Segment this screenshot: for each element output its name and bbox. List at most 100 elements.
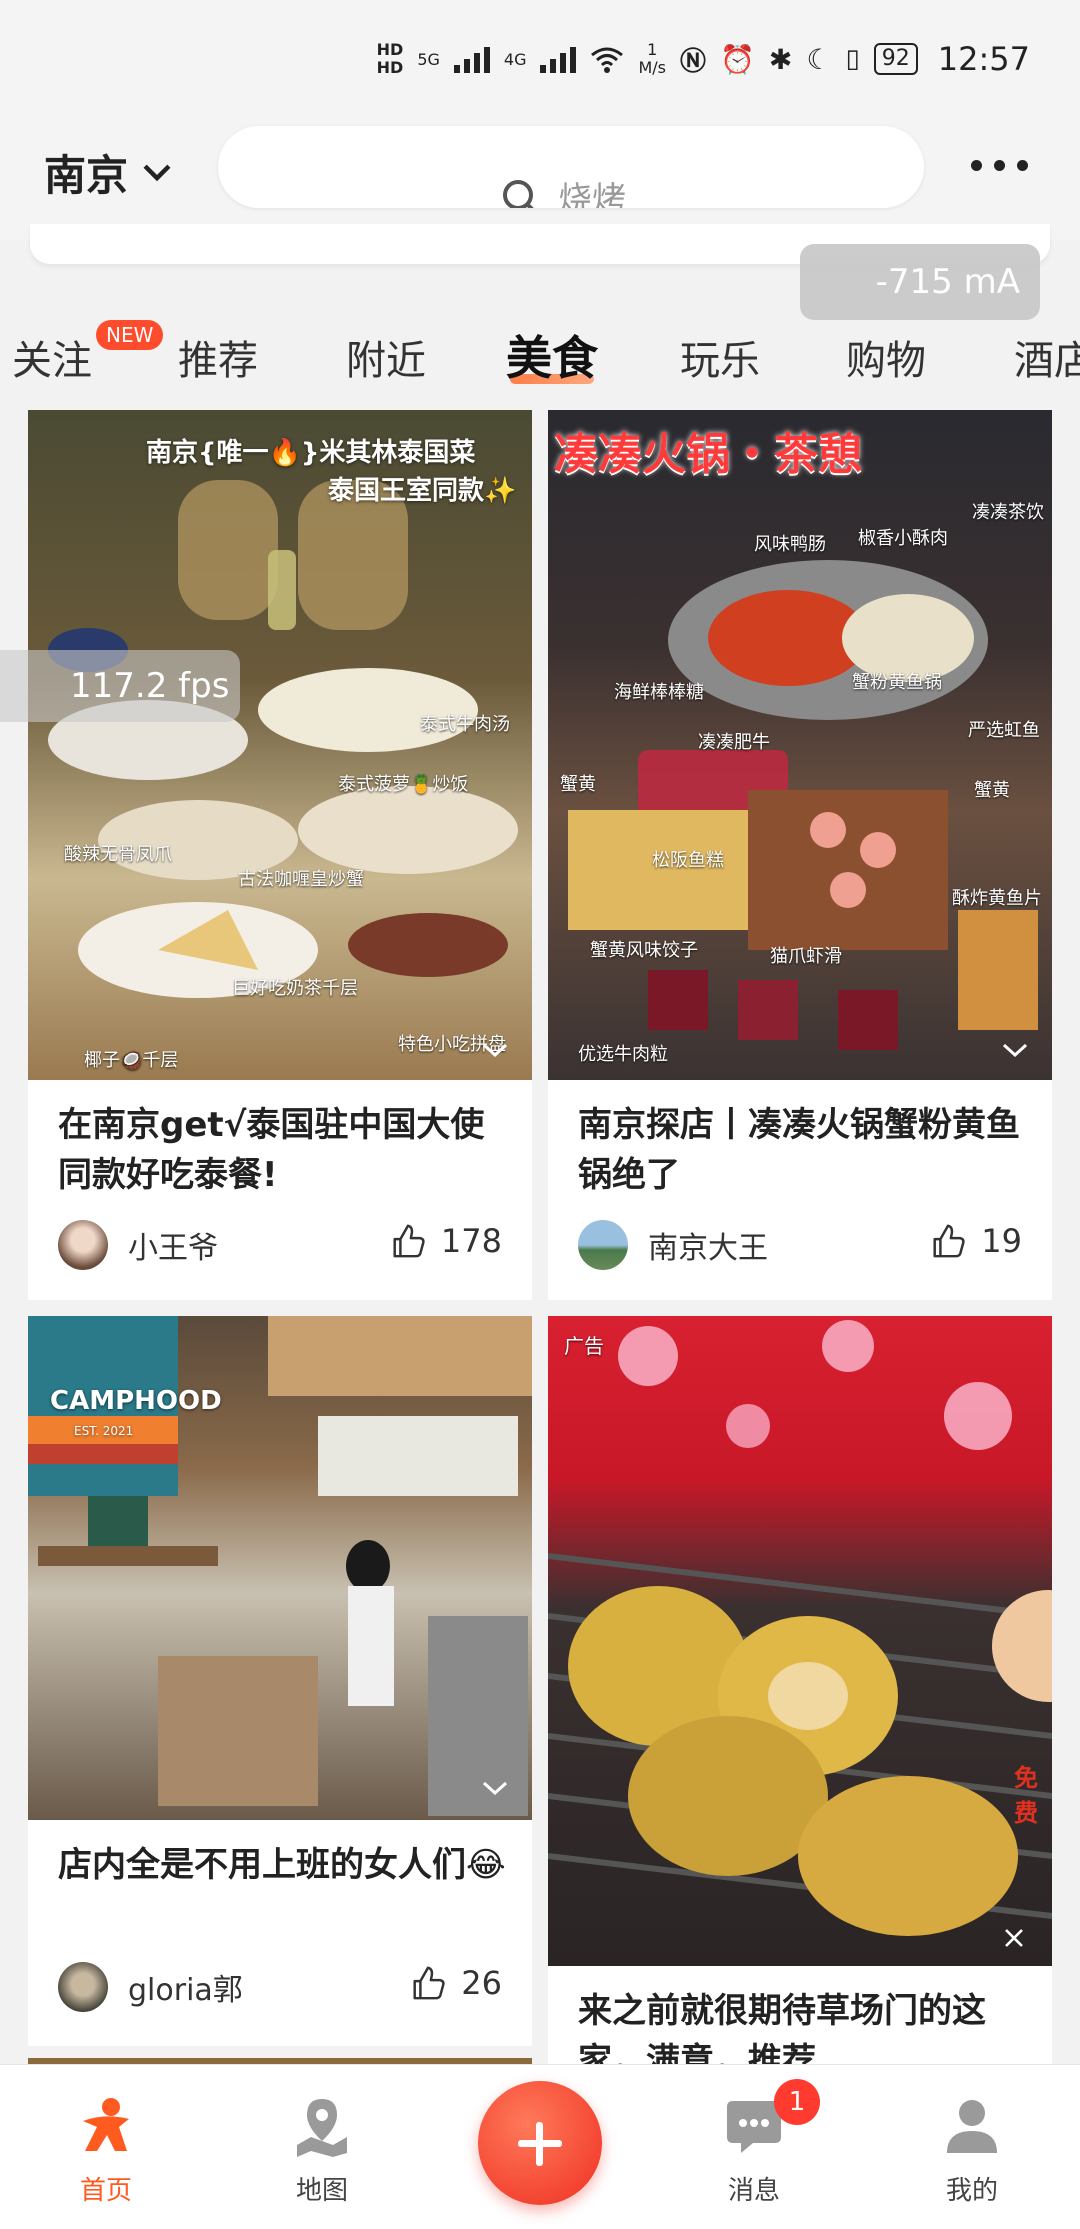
dish-label: 蟹粉黄鱼锅 [852,672,942,693]
feed-card-2[interactable]: 凑凑火锅・茶憩 凑凑茶饮 风味鸭肠 椒香小酥肉 蟹粉黄鱼锅 海鲜棒棒糖 凑凑肥牛… [548,410,1052,1300]
chevron-down-icon [143,164,171,181]
hd2-label: HD [376,58,404,77]
tab-nearby[interactable]: 附近 [346,328,426,386]
thumbs-up-icon [413,1966,445,2000]
status-icons: HD HD 5G 4G 1 M/s Ⓝ ⏰ ✱ ☾ ▯ 92 12:57 [377,40,1030,78]
author-name: gloria郭 [128,1973,243,2008]
card-image-2[interactable]: 凑凑火锅・茶憩 凑凑茶饮 风味鸭肠 椒香小酥肉 蟹粉黄鱼锅 海鲜棒棒糖 凑凑肥牛… [548,410,1052,1080]
dish-label: 古法咖喱皇炒蟹 [238,869,364,890]
image-caption-main: 凑凑火锅・茶憩 [554,429,862,480]
moon-icon: ☾ [806,42,832,76]
image-caption-main: 南京{唯一🔥}米其林泰国菜 [146,438,476,468]
network-type-2: 4G [503,49,527,69]
card-image-1[interactable]: 南京{唯一🔥}米其林泰国菜 泰国王室同款✨ 泰式牛肉汤 泰式菠萝🍍炒饭 酸辣无骨… [28,410,532,1080]
wifi-speed: 1 M/s [638,41,666,77]
dish-label: 酸辣无骨凤爪 [64,844,172,865]
message-count-badge: 1 [774,2079,820,2125]
avatar[interactable] [58,1962,108,2012]
tab-recommend[interactable]: 推荐 [178,328,258,386]
nav-me[interactable]: 我的 [912,2095,1032,2207]
fps-overlay: 117.2 fps [0,650,240,722]
card-author[interactable]: 南京大王 [578,1220,768,1270]
current-overlay: -715 mA [800,244,1040,320]
bottom-navigation: 首页 地图 消息 1 我的 [0,2064,1080,2229]
dish-label: 严选虹鱼 [968,720,1040,741]
dish-label: 海鲜棒棒糖 [614,682,704,703]
more-options-icon[interactable] [971,160,1028,171]
tab-follow-label: 关注 [12,338,92,384]
card-image-3[interactable]: CAMPHOOD EST. 2021 [28,1316,532,1820]
card-title[interactable]: 南京探店丨凑凑火锅蟹粉黄鱼锅绝了 [578,1100,1026,1200]
nfc-icon: Ⓝ [680,46,707,77]
dish-label: 猫爪虾滑 [770,946,842,967]
thumbs-up-icon [393,1224,425,1258]
dish-label: 松阪鱼糕 [652,850,724,871]
like-button[interactable]: 19 [929,1222,1022,1260]
nav-home[interactable]: 首页 [46,2095,166,2207]
tab-food-label: 美食 [506,331,598,385]
chevron-down-icon[interactable] [1000,1040,1030,1060]
dish-label: 凑凑茶饮 [972,502,1044,523]
image-caption-sub: 泰国王室同款✨ [328,476,517,506]
like-count: 178 [440,1222,502,1260]
card-author[interactable]: 小王爷 [58,1220,218,1270]
search-bar[interactable]: 烧烤 [218,126,924,208]
tab-food[interactable]: 美食 [506,322,598,388]
card-image-ad[interactable]: 广告 免费 [548,1316,1052,1966]
chevron-down-icon[interactable] [480,1040,510,1060]
category-tabs: 关注 NEW 推荐 附近 美食 玩乐 购物 酒店 [0,318,1080,400]
signal-icon-1 [453,45,490,73]
tab-follow[interactable]: 关注 NEW [12,320,164,386]
dish-label: 椒香小酥肉 [858,528,948,549]
tab-hotel[interactable]: 酒店 [1014,328,1080,386]
card-title[interactable]: 在南京get√泰国驻中国大使同款好吃泰餐! [58,1100,506,1200]
dish-label: 椰子🥥千层 [84,1050,179,1071]
feed-card-ad[interactable]: 广告 免费 来之前就很期待草场门的这家，满意，推荐 [548,1316,1052,2076]
card-author[interactable]: gloria郭 [58,1962,243,2012]
dish-label: 凑凑肥牛 [698,732,770,753]
like-button[interactable]: 26 [409,1964,502,2002]
city-label: 南京 [44,151,129,200]
feed-card-1[interactable]: 南京{唯一🔥}米其林泰国菜 泰国王室同款✨ 泰式牛肉汤 泰式菠萝🍍炒饭 酸辣无骨… [28,410,532,1300]
dish-label: 蟹黄 [560,774,596,795]
clock: 12:57 [937,40,1030,78]
feed-card-3[interactable]: CAMPHOOD EST. 2021 店内全是不用上班的女人们😂 gloria郭… [28,1316,532,2046]
like-button[interactable]: 178 [389,1222,502,1260]
ad-label: 广告 [564,1334,604,1358]
card-title[interactable]: 店内全是不用上班的女人们😂 [58,1840,506,1890]
close-icon[interactable] [1002,1926,1026,1950]
avatar[interactable] [58,1220,108,1270]
nav-map[interactable]: 地图 [262,2095,382,2207]
search-placeholder: 烧烤 [558,180,626,208]
sign-text: CAMPHOOD [50,1386,222,1416]
dish-label: 风味鸭肠 [754,534,826,555]
nav-messages-label: 消息 [727,2176,780,2206]
chevron-down-icon[interactable] [480,1778,510,1798]
dish-label: 蟹黄风味饺子 [590,940,698,961]
home-person-icon [83,2098,129,2151]
dish-label: 优选牛肉粒 [578,1044,668,1065]
nav-me-label: 我的 [945,2176,998,2206]
hd-indicator: HD HD [377,41,404,77]
city-selector[interactable]: 南京 [44,142,174,203]
top-header: 南京 烧烤 [0,120,1080,240]
new-badge: NEW [96,320,164,350]
status-bar: HD HD 5G 4G 1 M/s Ⓝ ⏰ ✱ ☾ ▯ 92 12:57 [0,0,1080,120]
profile-icon [947,2100,997,2153]
dish-label: 巨好吃奶茶千层 [232,978,358,999]
wifi-icon [591,47,624,73]
avatar[interactable] [578,1220,628,1270]
tab-fun[interactable]: 玩乐 [680,328,760,386]
card-title[interactable]: 来之前就很期待草场门的这家，满意，推荐 [578,1986,1026,2076]
wifi-speed-value: 1 [647,40,658,59]
like-count: 19 [981,1222,1022,1260]
dish-label: 泰式菠萝🍍炒饭 [338,774,469,795]
add-post-button[interactable] [478,2081,602,2205]
tab-shopping[interactable]: 购物 [846,328,926,386]
thumbs-up-icon [933,1224,965,1258]
vibrate-icon: ▯ [845,44,860,74]
nav-map-label: 地图 [295,2176,348,2206]
author-name: 南京大王 [648,1231,768,1266]
wifi-speed-unit: M/s [638,58,666,77]
nav-home-label: 首页 [79,2176,132,2206]
